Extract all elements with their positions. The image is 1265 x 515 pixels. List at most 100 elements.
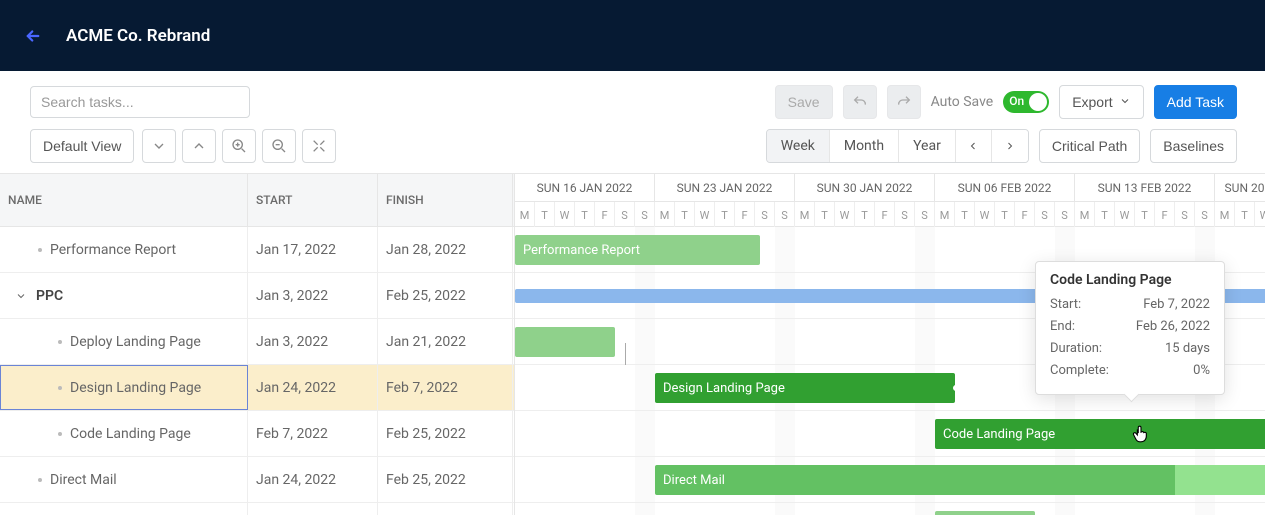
timeline-day: F [735,202,755,228]
nav-prev-button[interactable] [956,130,992,162]
default-view-button[interactable]: Default View [30,129,134,163]
chevron-down-button[interactable] [142,129,176,163]
timeline-day: T [535,202,555,228]
autosave-toggle[interactable]: On [1003,91,1049,113]
cell-finish[interactable]: Feb 11, 2022 [378,503,513,515]
cell-finish[interactable]: Jan 28, 2022 [378,227,513,272]
autosave-label: Auto Save [931,94,994,110]
timeline-day: T [675,202,695,228]
timeline-day: T [815,202,835,228]
main-area: NAME START FINISH Performance Report Jan… [0,173,1265,515]
back-icon[interactable] [24,27,42,45]
cell-start[interactable]: Jan 17, 2022 [248,227,378,272]
cell-finish[interactable]: Feb 25, 2022 [378,273,513,318]
table-row[interactable]: Deploy Landing Page Jan 3, 2022 Jan 21, … [0,319,514,365]
timeline-day: W [1115,202,1135,228]
baselines-button[interactable]: Baselines [1150,129,1237,163]
bar-edge-handle[interactable] [951,383,955,393]
range-month[interactable]: Month [830,130,899,162]
grid-header: NAME START FINISH [0,173,514,227]
cell-start[interactable]: Jan 24, 2022 [248,365,378,410]
bullet-icon [38,478,42,482]
timeline-day: T [575,202,595,228]
range-year[interactable]: Year [899,130,956,162]
timeline-week: SUN 30 JAN 2022 [795,174,935,201]
col-header-name[interactable]: NAME [0,174,248,226]
table-row[interactable]: PPC Jan 3, 2022 Feb 25, 2022 [0,273,514,319]
critical-path-button[interactable]: Critical Path [1039,129,1140,163]
task-name: Design Landing Page [70,380,201,396]
chevron-up-button[interactable] [182,129,216,163]
timeline-day: F [1155,202,1175,228]
table-row[interactable]: Performance Report Jan 17, 2022 Jan 28, … [0,227,514,273]
tooltip-title: Code Landing Page [1050,272,1210,288]
project-title: ACME Co. Rebrand [66,26,210,46]
undo-button [843,85,877,119]
expand-button[interactable] [302,129,336,163]
gantt-bar[interactable]: Design Landing Page [655,373,955,403]
timeline-day: F [875,202,895,228]
zoom-in-button[interactable] [222,129,256,163]
grid-body: Performance Report Jan 17, 2022 Jan 28, … [0,227,514,515]
timeline-day: M [1215,202,1235,228]
bullet-icon [58,386,62,390]
col-header-start[interactable]: START [248,174,378,226]
save-button: Save [775,85,833,119]
cell-start[interactable]: Jan 3, 2022 [248,319,378,364]
toolbar-primary: Save Auto Save On Export Add Task [0,71,1265,125]
bullet-icon [58,432,62,436]
zoom-out-button[interactable] [262,129,296,163]
gantt-bar[interactable]: Report to M… [935,511,1035,515]
timeline-day: T [715,202,735,228]
export-button[interactable]: Export [1059,85,1143,119]
redo-button [887,85,921,119]
task-name: Code Landing Page [70,426,191,442]
col-header-finish[interactable]: FINISH [378,174,513,226]
timeline-day: S [615,202,635,228]
timeline-day: W [975,202,995,228]
cell-finish[interactable]: Jan 21, 2022 [378,319,513,364]
timeline-day: M [515,202,535,228]
nav-next-button[interactable] [992,130,1028,162]
timeline-day: T [1135,202,1155,228]
gantt-bar[interactable] [515,327,615,357]
gantt-bar[interactable]: Direct Mail [655,465,1265,495]
timeline-day: T [855,202,875,228]
table-row[interactable]: Report to Management Jan 31, 2022 Feb 11… [0,503,514,515]
add-task-button[interactable]: Add Task [1154,85,1237,119]
range-group: Week Month Year [766,129,1029,163]
search-input[interactable] [30,86,250,118]
timeline-day: W [695,202,715,228]
chevron-down-icon[interactable] [14,290,28,302]
table-row[interactable]: Design Landing Page Jan 24, 2022 Feb 7, … [0,365,514,411]
range-week[interactable]: Week [767,130,830,162]
gantt-bar[interactable]: Performance Report [515,235,760,265]
task-name: Performance Report [50,242,176,258]
cell-finish[interactable]: Feb 25, 2022 [378,411,513,456]
timeline-day: T [1095,202,1115,228]
cell-start[interactable]: Jan 31, 2022 [248,503,378,515]
timeline-header: SUN 16 JAN 2022 SUN 23 JAN 2022 SUN 30 J… [515,173,1265,227]
table-row[interactable]: Direct Mail Jan 24, 2022 Feb 25, 2022 [0,457,514,503]
timeline-day: S [1195,202,1215,228]
task-tooltip: Code Landing Page Start:Feb 7, 2022 End:… [1035,261,1225,395]
cell-start[interactable]: Jan 3, 2022 [248,273,378,318]
gantt-bar[interactable]: Code Landing Page [935,419,1265,449]
table-row[interactable]: Code Landing Page Feb 7, 2022 Feb 25, 20… [0,411,514,457]
timeline-week: SUN 16 JAN 2022 [515,174,655,201]
toolbar-secondary: Default View Week Month Year [0,125,1265,173]
timeline-week: SUN 06 FEB 2022 [935,174,1075,201]
bullet-icon [58,340,62,344]
top-bar: ACME Co. Rebrand [0,0,1265,71]
timeline-week: SUN 23 JAN 2022 [655,174,795,201]
timeline-day: W [835,202,855,228]
cell-start[interactable]: Jan 24, 2022 [248,457,378,502]
cell-finish[interactable]: Feb 25, 2022 [378,457,513,502]
timeline-day: W [1255,202,1265,228]
timeline-day: F [1015,202,1035,228]
cell-finish[interactable]: Feb 7, 2022 [378,365,513,410]
timeline-day: M [655,202,675,228]
timeline-day: S [775,202,795,228]
task-name: Deploy Landing Page [70,334,201,350]
cell-start[interactable]: Feb 7, 2022 [248,411,378,456]
